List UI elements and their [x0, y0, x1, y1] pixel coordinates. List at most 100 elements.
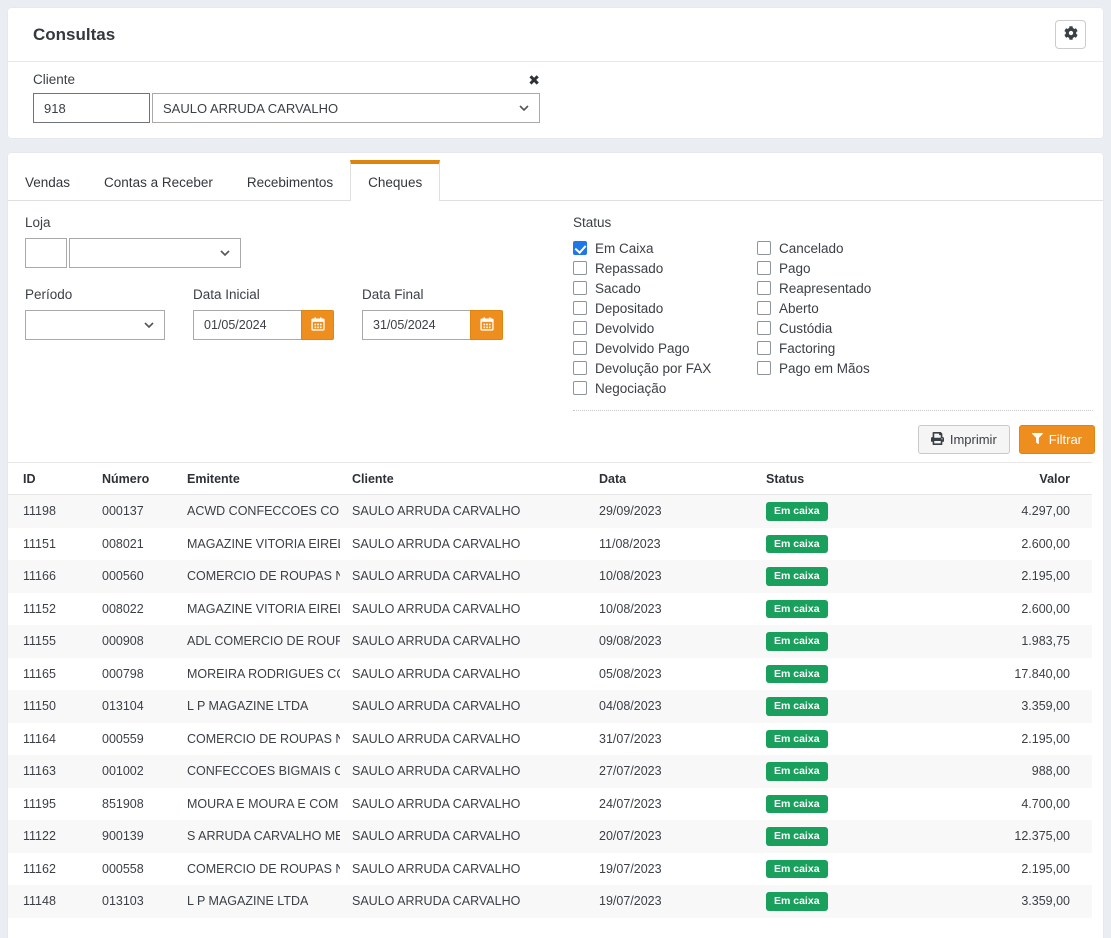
- checkbox-icon: [573, 301, 587, 315]
- clear-client-icon[interactable]: ✖: [528, 73, 540, 87]
- gear-icon: [1064, 26, 1078, 43]
- data-final-input[interactable]: [362, 310, 470, 340]
- status-checkbox-label: Pago: [779, 261, 811, 276]
- status-checkbox-negociacao[interactable]: Negociação: [573, 378, 757, 398]
- cell-numero: 001002: [90, 755, 175, 788]
- table-row[interactable]: 11150013104L P MAGAZINE LTDASAULO ARRUDA…: [8, 690, 1092, 723]
- data-inicial-input[interactable]: [193, 310, 301, 340]
- status-checkbox-factoring[interactable]: Factoring: [757, 338, 941, 358]
- cell-status: Em caixa: [754, 820, 929, 853]
- cell-valor: 1.983,75: [929, 625, 1092, 658]
- status-badge: Em caixa: [766, 502, 828, 521]
- table-row[interactable]: 11195851908MOURA E MOURA E COM VAR…SAULO…: [8, 788, 1092, 821]
- cell-cliente: SAULO ARRUDA CARVALHO: [340, 885, 587, 918]
- data-final-label: Data Final: [362, 287, 503, 302]
- table-row[interactable]: 11166000560COMERCIO DE ROUPAS NOV…SAULO …: [8, 560, 1092, 593]
- panel-header: Consultas: [8, 8, 1103, 62]
- table-row[interactable]: 11165000798MOREIRA RODRIGUES COME…SAULO …: [8, 658, 1092, 691]
- status-checkbox-custodia[interactable]: Custódia: [757, 318, 941, 338]
- cell-status: Em caixa: [754, 723, 929, 756]
- cell-emitente: COMERCIO DE ROUPAS NOV…: [175, 853, 340, 886]
- status-checkbox-devolvido[interactable]: Devolvido: [573, 318, 757, 338]
- periodo-select[interactable]: [25, 310, 165, 340]
- status-badge: Em caixa: [766, 697, 828, 716]
- table-row[interactable]: 11155000908ADL COMERCIO DE ROUPAS …SAULO…: [8, 625, 1092, 658]
- periodo-field-group: Período: [25, 287, 165, 340]
- table-row[interactable]: 11162000558COMERCIO DE ROUPAS NOV…SAULO …: [8, 853, 1092, 886]
- status-badge: Em caixa: [766, 795, 828, 814]
- cell-emitente: MOURA E MOURA E COM VAR…: [175, 788, 340, 821]
- settings-button[interactable]: [1055, 20, 1086, 49]
- status-checkbox-devolucao-por-fax[interactable]: Devolução por FAX: [573, 358, 757, 378]
- cell-data: 10/08/2023: [587, 560, 754, 593]
- client-label: Cliente: [33, 72, 75, 87]
- table-row[interactable]: 11148013103L P MAGAZINE LTDASAULO ARRUDA…: [8, 885, 1092, 918]
- status-checkbox-cancelado[interactable]: Cancelado: [757, 238, 941, 258]
- periodo-label: Período: [25, 287, 165, 302]
- cell-id: 11152: [8, 593, 90, 626]
- cell-data: 04/08/2023: [587, 690, 754, 723]
- status-checkbox-pago-em-maos[interactable]: Pago em Mãos: [757, 358, 941, 378]
- status-badge: Em caixa: [766, 892, 828, 911]
- cell-valor: 3.359,00: [929, 885, 1092, 918]
- status-column-1: Em CaixaRepassadoSacadoDepositadoDevolvi…: [573, 238, 757, 398]
- consultas-panel: Consultas Cliente ✖ SAULO ARRUDA CARVALH…: [8, 8, 1103, 138]
- status-label: Status: [573, 215, 1093, 230]
- cell-cliente: SAULO ARRUDA CARVALHO: [340, 853, 587, 886]
- table-row[interactable]: 11122900139S ARRUDA CARVALHO MESAULO ARR…: [8, 820, 1092, 853]
- col-header-data: Data: [587, 463, 754, 495]
- table-row[interactable]: 11163001002CONFECCOES BIGMAIS COM…SAULO …: [8, 755, 1092, 788]
- client-select[interactable]: SAULO ARRUDA CARVALHO: [152, 93, 540, 123]
- status-badge: Em caixa: [766, 665, 828, 684]
- cell-cliente: SAULO ARRUDA CARVALHO: [340, 560, 587, 593]
- table-row[interactable]: 11198000137ACWD CONFECCOES COMER…SAULO A…: [8, 495, 1092, 528]
- actions-row: Imprimir Filtrar: [8, 411, 1103, 454]
- status-badge: Em caixa: [766, 535, 828, 554]
- status-checkbox-reapresentado[interactable]: Reapresentado: [757, 278, 941, 298]
- cell-status: Em caixa: [754, 495, 929, 528]
- chevron-down-icon: [144, 322, 154, 328]
- cell-emitente: COMERCIO DE ROUPAS NOV…: [175, 723, 340, 756]
- table-row[interactable]: 11164000559COMERCIO DE ROUPAS NOV…SAULO …: [8, 723, 1092, 756]
- table-row[interactable]: 11151008021MAGAZINE VITORIA EIRELI MESAU…: [8, 528, 1092, 561]
- data-inicial-calendar-button[interactable]: [301, 310, 334, 340]
- tab-contas-a-receber[interactable]: Contas a Receber: [87, 160, 230, 200]
- table-row[interactable]: 11152008022MAGAZINE VITORIA EIRELI MESAU…: [8, 593, 1092, 626]
- tab-recebimentos[interactable]: Recebimentos: [230, 160, 350, 200]
- data-final-calendar-button[interactable]: [470, 310, 503, 340]
- status-checkbox-em-caixa[interactable]: Em Caixa: [573, 238, 757, 258]
- status-badge: Em caixa: [766, 600, 828, 619]
- loja-code-input[interactable]: [25, 238, 67, 268]
- calendar-icon: [311, 317, 325, 334]
- cell-emitente: ACWD CONFECCOES COMER…: [175, 495, 340, 528]
- checkbox-checked-icon: [573, 241, 587, 255]
- status-checkbox-label: Aberto: [779, 301, 819, 316]
- status-checkbox-label: Factoring: [779, 341, 835, 356]
- client-code-input[interactable]: [33, 93, 150, 123]
- status-checkbox-sacado[interactable]: Sacado: [573, 278, 757, 298]
- print-button[interactable]: Imprimir: [918, 425, 1010, 454]
- tab-cheques[interactable]: Cheques: [350, 160, 440, 201]
- printer-icon: [931, 432, 944, 448]
- cell-emitente: S ARRUDA CARVALHO ME: [175, 820, 340, 853]
- client-filter-area: Cliente ✖ SAULO ARRUDA CARVALHO: [8, 62, 1103, 138]
- cell-numero: 000798: [90, 658, 175, 691]
- status-checkbox-depositado[interactable]: Depositado: [573, 298, 757, 318]
- cell-emitente: MAGAZINE VITORIA EIRELI ME: [175, 593, 340, 626]
- cell-data: 20/07/2023: [587, 820, 754, 853]
- status-checkbox-label: Pago em Mãos: [779, 361, 870, 376]
- cell-id: 11122: [8, 820, 90, 853]
- cell-data: 24/07/2023: [587, 788, 754, 821]
- cell-valor: 4.700,00: [929, 788, 1092, 821]
- status-checkbox-pago[interactable]: Pago: [757, 258, 941, 278]
- status-badge: Em caixa: [766, 827, 828, 846]
- tab-vendas[interactable]: Vendas: [8, 160, 87, 200]
- cell-numero: 000559: [90, 723, 175, 756]
- cell-status: Em caixa: [754, 853, 929, 886]
- filter-button[interactable]: Filtrar: [1019, 425, 1095, 454]
- status-checkbox-devolvido-pago[interactable]: Devolvido Pago: [573, 338, 757, 358]
- status-checkbox-repassado[interactable]: Repassado: [573, 258, 757, 278]
- status-checkbox-aberto[interactable]: Aberto: [757, 298, 941, 318]
- loja-select[interactable]: [69, 238, 241, 268]
- cell-emitente: MOREIRA RODRIGUES COME…: [175, 658, 340, 691]
